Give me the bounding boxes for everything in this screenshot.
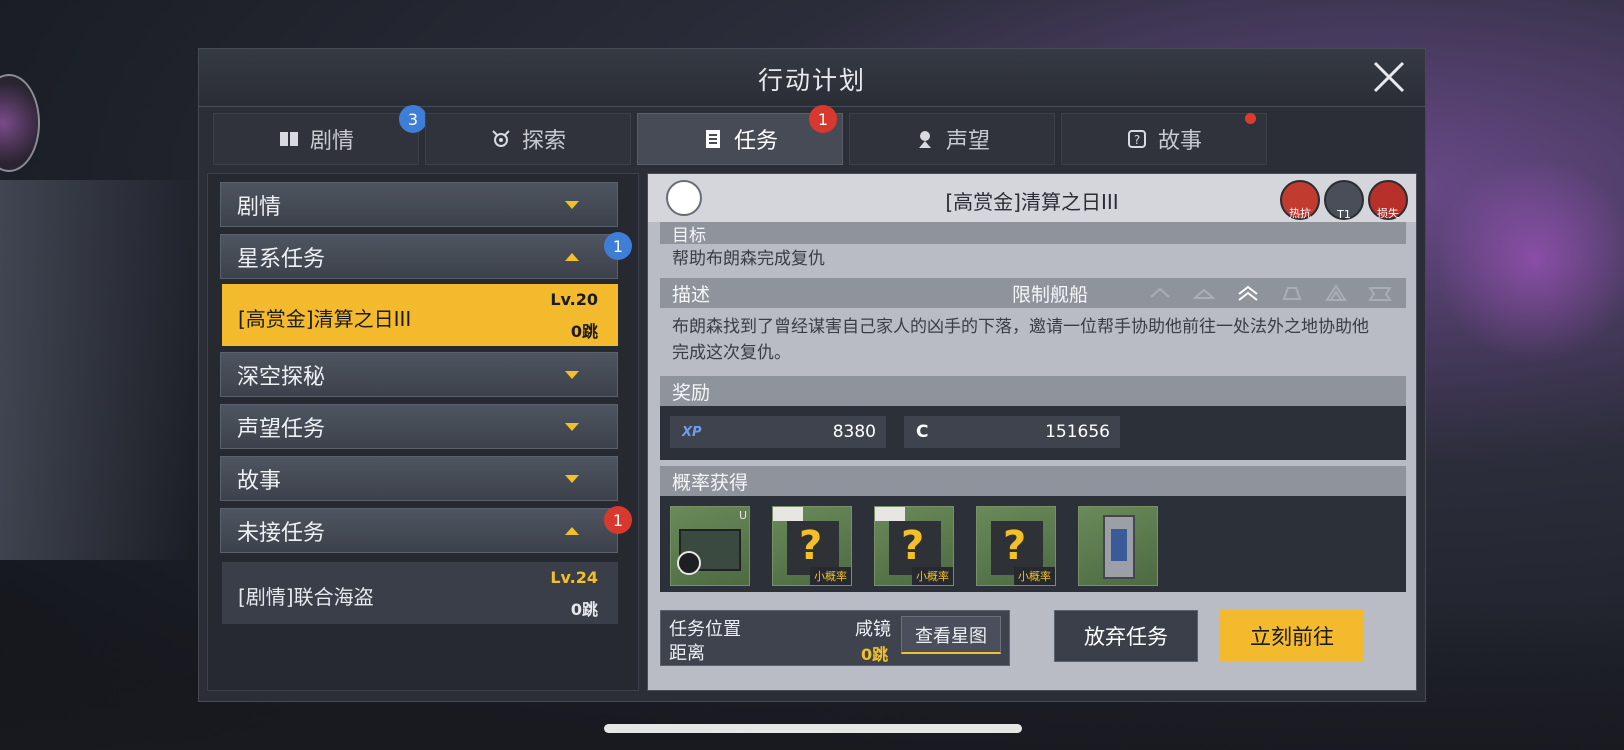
ship-limit-label: 限制舰船 bbox=[1012, 283, 1089, 306]
heat-resist-icon: 热抗 bbox=[1280, 180, 1320, 220]
chevron-down-icon bbox=[565, 371, 579, 379]
tab-label: 任务 bbox=[733, 129, 778, 154]
tab-badge: 3 bbox=[399, 105, 427, 133]
abandon-mission-button[interactable]: 放弃任务 bbox=[1054, 610, 1198, 662]
question-mark-icon: ? bbox=[901, 523, 925, 569]
mystery-box-item[interactable]: ? 小概率 bbox=[874, 506, 954, 586]
svg-text:?: ? bbox=[1134, 133, 1140, 147]
xp-reward: XP 8380 bbox=[670, 416, 886, 448]
reward-header: 奖励 bbox=[660, 376, 1406, 406]
view-star-map-button[interactable]: 查看星图 bbox=[901, 616, 1001, 654]
distance-label: 距离 bbox=[669, 643, 705, 664]
category-stories[interactable]: 故事 bbox=[220, 456, 618, 501]
go-now-button[interactable]: 立刻前往 bbox=[1220, 610, 1364, 662]
question-mark-icon: ? bbox=[1003, 523, 1027, 569]
question-mark-icon: ? bbox=[799, 523, 823, 569]
tab-bar: 剧情 3 探索 任务 1 声望 ? 故事 bbox=[213, 105, 1413, 165]
mission-jumps: 0跳 bbox=[570, 600, 598, 619]
drop-panel: U ? 小概率 ? 小概率 ? 小概率 bbox=[660, 496, 1406, 592]
tab-reputation[interactable]: 声望 bbox=[849, 113, 1055, 165]
mystery-box-item[interactable]: ? 小概率 bbox=[772, 506, 852, 586]
mission-jumps: 0跳 bbox=[570, 322, 598, 341]
side-avatar-button[interactable] bbox=[0, 74, 40, 172]
book-icon bbox=[279, 132, 298, 146]
description-header: 描述 限制舰船 bbox=[660, 278, 1406, 308]
category-label: 剧情 bbox=[237, 194, 282, 220]
background-city bbox=[0, 180, 200, 560]
distance-value: 0跳 bbox=[861, 645, 889, 664]
tier-icon: T1 bbox=[1324, 180, 1364, 221]
background-glow bbox=[1440, 150, 1624, 370]
supply-crate-item[interactable]: U bbox=[670, 506, 750, 586]
chevron-down-icon bbox=[565, 423, 579, 431]
ship-class-icon bbox=[1192, 288, 1216, 299]
goal-text: 帮助布朗森完成复仇 bbox=[672, 249, 825, 269]
mission-item-selected[interactable]: [高赏金]清算之日III Lv.20 0跳 bbox=[222, 284, 618, 346]
tab-label: 故事 bbox=[1157, 129, 1202, 154]
tab-label: 剧情 bbox=[309, 129, 354, 154]
category-label: 声望任务 bbox=[237, 416, 326, 442]
mission-list: 剧情 星系任务 1 [高赏金]清算之日III Lv.20 0跳 深空探秘 声望任… bbox=[207, 173, 639, 691]
category-story[interactable]: 剧情 bbox=[220, 182, 618, 227]
device-item[interactable] bbox=[1078, 506, 1158, 586]
ship-class-icon bbox=[1150, 287, 1170, 298]
category-deep-space[interactable]: 深空探秘 bbox=[220, 352, 618, 397]
title-bar: 行动计划 bbox=[199, 49, 1425, 107]
category-label: 星系任务 bbox=[237, 246, 326, 272]
tab-explore[interactable]: 探索 bbox=[425, 113, 631, 165]
location-box: 任务位置 距离 咸镜 0跳 查看星图 bbox=[660, 610, 1010, 666]
ship-class-icon bbox=[1282, 287, 1302, 300]
mission-detail: [高赏金]清算之日III 热抗 T1 损失 目标 帮助布朗森完成复仇 描述 限制… bbox=[647, 173, 1417, 691]
location-value: 咸镜 bbox=[855, 619, 891, 640]
location-label: 任务位置 bbox=[669, 619, 741, 640]
category-galaxy-missions[interactable]: 星系任务 bbox=[220, 234, 618, 279]
chevron-up-icon bbox=[565, 527, 579, 535]
category-label: 故事 bbox=[237, 468, 282, 494]
document-icon bbox=[705, 130, 720, 148]
description-text: 布朗森找到了曾经谋害自己家人的凶手的下落，邀请一位帮手协助他前往一处法外之地协助… bbox=[672, 317, 1369, 363]
explore-icon bbox=[492, 130, 510, 147]
close-icon[interactable] bbox=[1369, 57, 1409, 97]
reward-panel: XP 8380 C 151656 bbox=[660, 406, 1406, 460]
tab-stories[interactable]: ? 故事 bbox=[1061, 113, 1267, 165]
reputation-icon bbox=[918, 131, 931, 148]
window-title: 行动计划 bbox=[757, 66, 866, 95]
home-indicator[interactable] bbox=[604, 724, 1022, 733]
category-label: 未接任务 bbox=[237, 520, 326, 546]
tab-story[interactable]: 剧情 bbox=[213, 113, 419, 165]
mission-level: Lv.24 bbox=[550, 568, 598, 587]
mission-name: [剧情]联合海盗 bbox=[238, 585, 374, 609]
category-label: 深空探秘 bbox=[237, 364, 326, 390]
credit-icon: C bbox=[916, 422, 929, 442]
notification-dot bbox=[1245, 113, 1256, 124]
goal-header: 目标 bbox=[660, 222, 1406, 246]
category-badge: 1 bbox=[604, 506, 632, 534]
chevron-down-icon bbox=[565, 201, 579, 209]
credit-reward: C 151656 bbox=[904, 416, 1120, 448]
ship-class-icon bbox=[1238, 285, 1258, 301]
category-unaccepted[interactable]: 未接任务 bbox=[220, 508, 618, 553]
xp-icon: XP bbox=[682, 424, 702, 440]
tab-badge: 1 bbox=[809, 105, 837, 133]
ship-class-icons bbox=[1148, 284, 1392, 302]
ship-class-icon bbox=[1325, 284, 1347, 301]
action-plan-window: 行动计划 剧情 3 探索 任务 1 声望 ? 故事 剧情 星系任务 1 [高赏金… bbox=[198, 48, 1426, 702]
mission-item[interactable]: [剧情]联合海盗 Lv.24 0跳 bbox=[222, 562, 618, 624]
category-reputation[interactable]: 声望任务 bbox=[220, 404, 618, 449]
category-badge: 1 bbox=[604, 232, 632, 260]
loss-icon: 损失 bbox=[1368, 180, 1408, 220]
drop-header: 概率获得 bbox=[660, 466, 1406, 496]
story-icon: ? bbox=[1127, 130, 1146, 148]
mystery-box-item[interactable]: ? 小概率 bbox=[976, 506, 1056, 586]
chevron-up-icon bbox=[565, 253, 579, 261]
ship-class-icon bbox=[1368, 287, 1392, 301]
credit-value: 151656 bbox=[1045, 422, 1110, 442]
tab-label: 探索 bbox=[521, 129, 566, 154]
tab-label: 声望 bbox=[945, 129, 990, 154]
chevron-down-icon bbox=[565, 475, 579, 483]
detail-header: [高赏金]清算之日III 热抗 T1 损失 bbox=[648, 174, 1416, 222]
mission-name: [高赏金]清算之日III bbox=[238, 307, 412, 331]
xp-value: 8380 bbox=[832, 422, 876, 442]
mission-level: Lv.20 bbox=[550, 290, 598, 309]
